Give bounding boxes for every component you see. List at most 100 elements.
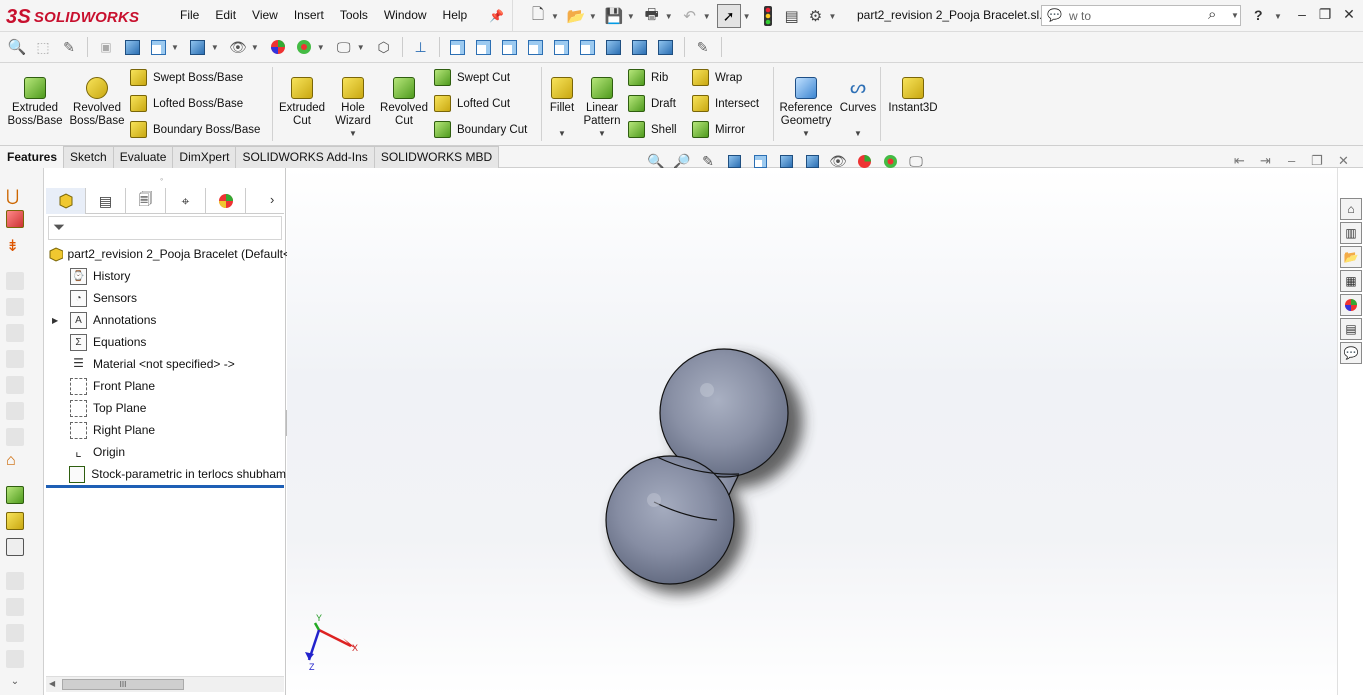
tree-item-right-plane[interactable]: Right Plane <box>44 419 286 441</box>
options-dropdown-icon[interactable]: ▼ <box>829 12 837 21</box>
shell-button[interactable]: Shell <box>628 121 677 138</box>
coordinate-system-icon[interactable] <box>6 538 24 556</box>
display-style-dropdown-icon[interactable]: ▼ <box>211 43 219 52</box>
viewport-close-icon[interactable]: ✕ <box>1338 153 1349 169</box>
swept-boss-button[interactable]: Swept Boss/Base <box>130 69 243 86</box>
reference-geometry-dropdown-icon[interactable]: ▼ <box>802 129 810 138</box>
boundary-cut-button[interactable]: Boundary Cut <box>434 121 527 138</box>
lofted-cut-button[interactable]: Lofted Cut <box>434 95 510 112</box>
top-view-icon[interactable] <box>551 36 573 58</box>
zoom-to-area-icon[interactable]: ⬚ <box>32 36 54 58</box>
boundary-boss-button[interactable]: Boundary Boss/Base <box>130 121 260 138</box>
section-view-icon[interactable]: ▣ <box>95 36 117 58</box>
close-window-icon[interactable]: ✕ <box>1340 6 1358 24</box>
new-document-icon[interactable]: 🗋 <box>527 5 549 27</box>
left-view-icon[interactable] <box>499 36 521 58</box>
custom-properties-icon[interactable]: ▤ <box>1340 318 1362 340</box>
tab-dimxpert[interactable]: DimXpert <box>172 146 237 168</box>
file-explorer-icon[interactable]: 📂 <box>1340 246 1362 268</box>
open-dropdown-icon[interactable]: ▼ <box>589 12 597 21</box>
menu-tools[interactable]: Tools <box>332 8 376 22</box>
panel-grip-icon[interactable]: ◦ <box>160 174 163 184</box>
tree-item-origin[interactable]: ⌞ Origin <box>44 441 286 463</box>
viewport-minimize-icon[interactable]: – <box>1288 153 1295 168</box>
revolved-cut-icon[interactable] <box>6 210 24 228</box>
tree-item-top-plane[interactable]: Top Plane <box>44 397 286 419</box>
help-dropdown-icon[interactable]: ▼ <box>1274 12 1282 21</box>
viewport-restore-icon[interactable]: ❐ <box>1311 153 1323 169</box>
dome-icon[interactable]: ⌂ <box>6 452 24 470</box>
tab-solidworks-mbd[interactable]: SOLIDWORKS MBD <box>373 146 500 168</box>
scroll-thumb[interactable]: III <box>62 679 184 690</box>
rollback-bar[interactable] <box>46 485 284 488</box>
view-settings-dropdown-icon[interactable]: ▼ <box>357 43 365 52</box>
menu-window[interactable]: Window <box>376 8 435 22</box>
save-dropdown-icon[interactable]: ▼ <box>627 12 635 21</box>
rebuild-traffic-light-icon[interactable] <box>757 5 779 27</box>
fillet-button[interactable]: Fillet <box>544 73 580 115</box>
previous-view-icon[interactable]: ✎ <box>58 36 80 58</box>
menu-help[interactable]: Help <box>435 8 476 22</box>
undo-dropdown-icon[interactable]: ▼ <box>703 12 711 21</box>
bottom-view-icon[interactable] <box>577 36 599 58</box>
view-orientation-icon[interactable] <box>147 36 169 58</box>
feature-manager-tab[interactable] <box>46 188 86 214</box>
reference-plane-icon[interactable] <box>6 486 24 504</box>
apply-scene-dropdown-icon[interactable]: ▼ <box>317 43 325 52</box>
search-dropdown-icon[interactable]: ▼ <box>1231 11 1239 20</box>
pin-menu-icon[interactable]: 📌 <box>489 9 504 23</box>
tab-sketch[interactable]: Sketch <box>63 146 114 168</box>
zoom-to-fit-icon[interactable]: 🔍 <box>6 36 28 58</box>
configuration-manager-tab[interactable]: 🗐 <box>126 188 166 214</box>
tree-item-annotations[interactable]: ▶ A Annotations <box>44 309 286 331</box>
normal-to-icon[interactable]: ⊥ <box>410 36 432 58</box>
select-dropdown-icon[interactable]: ▼ <box>743 12 751 21</box>
tab-features[interactable]: Features <box>0 146 65 168</box>
draft-button[interactable]: Draft <box>628 95 676 112</box>
minimize-window-icon[interactable]: – <box>1293 6 1311 24</box>
scroll-left-icon[interactable]: ◀ <box>49 679 55 688</box>
reference-geometry-button[interactable]: Reference Geometry <box>776 73 836 128</box>
property-manager-tab[interactable]: ▤ <box>86 188 126 214</box>
hide-show-items-icon[interactable]: 👁 <box>227 36 249 58</box>
open-folder-icon[interactable]: 📂 <box>565 5 587 27</box>
instant3d-button[interactable]: Instant3D <box>884 73 942 115</box>
curves-button[interactable]: ᔕ Curves <box>838 73 878 115</box>
menu-edit[interactable]: Edit <box>207 8 244 22</box>
search-box[interactable]: 💬 w to ⌕ ▼ <box>1041 5 1241 26</box>
dimetric-view-icon[interactable] <box>655 36 677 58</box>
viewport-split-icon[interactable]: ⇥ <box>1260 153 1271 169</box>
view-settings-icon[interactable]: 🖵 <box>333 36 355 58</box>
menu-file[interactable]: File <box>172 8 207 22</box>
tree-item-history[interactable]: ⌚ History <box>44 265 286 287</box>
apply-scene-icon[interactable] <box>293 36 315 58</box>
expand-more-icon[interactable]: ⌄ <box>6 676 24 694</box>
display-manager-tab[interactable] <box>206 188 246 214</box>
revolved-boss-button[interactable]: Revolved Boss/Base <box>68 73 126 128</box>
tree-root-part[interactable]: part2_revision 2_Pooja Bracelet (Default… <box>48 243 290 265</box>
lofted-boss-button[interactable]: Lofted Boss/Base <box>130 95 243 112</box>
rotate-view-icon[interactable]: ⬡ <box>373 36 395 58</box>
tree-filter[interactable]: ⏷ <box>48 216 282 240</box>
mirror-button[interactable]: Mirror <box>692 121 745 138</box>
search-commands-icon[interactable]: 💬 <box>1047 8 1062 22</box>
tree-item-sensors[interactable]: ◔ Sensors <box>44 287 286 309</box>
front-view-icon[interactable] <box>447 36 469 58</box>
file-properties-icon[interactable]: ▤ <box>781 5 803 27</box>
design-library-icon[interactable]: ▥ <box>1340 222 1362 244</box>
undo-icon[interactable]: ↶ <box>679 5 701 27</box>
tree-item-material[interactable]: ☰ Material <not specified> -> <box>44 353 286 375</box>
select-pointer-icon[interactable]: ➚ <box>716 4 741 28</box>
dimxpert-manager-tab[interactable]: ⌖ <box>166 188 206 214</box>
save-icon[interactable]: 💾 <box>603 5 625 27</box>
wrap-button[interactable]: Wrap <box>692 69 742 86</box>
trimetric-view-icon[interactable] <box>629 36 651 58</box>
options-gear-icon[interactable]: ⚙ <box>805 5 827 27</box>
menu-view[interactable]: View <box>244 8 286 22</box>
extruded-boss-button[interactable]: Extruded Boss/Base <box>6 73 64 128</box>
tab-solidworks-addins[interactable]: SOLIDWORKS Add-Ins <box>235 146 375 168</box>
solidworks-forum-icon[interactable]: 💬 <box>1340 342 1362 364</box>
viewport-tile-icon[interactable]: ⇤ <box>1234 153 1245 169</box>
linear-pattern-button[interactable]: Linear Pattern <box>582 73 622 128</box>
search-icon[interactable]: ⌕ <box>1208 6 1216 23</box>
